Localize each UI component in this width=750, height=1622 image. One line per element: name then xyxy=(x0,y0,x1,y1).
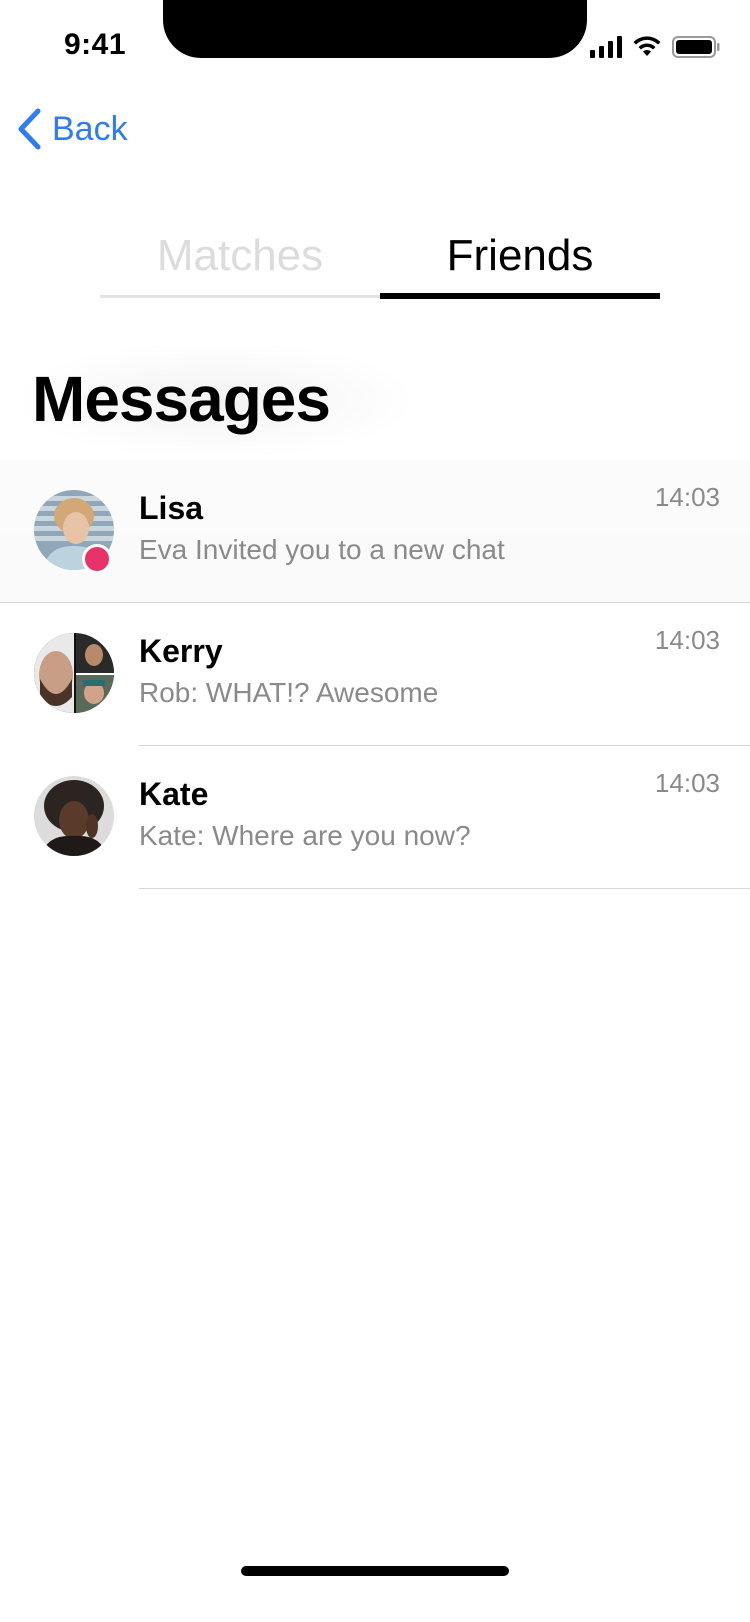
tab-friends-label: Friends xyxy=(446,231,594,280)
page-title: Messages xyxy=(32,363,331,435)
device-notch xyxy=(163,0,587,58)
contact-name: Kate xyxy=(139,776,209,812)
contact-name: Kerry xyxy=(139,633,223,669)
tab-matches-label: Matches xyxy=(156,231,324,280)
status-icons xyxy=(590,36,720,58)
tab-friends[interactable]: Friends xyxy=(380,228,660,299)
tab-matches[interactable]: Matches xyxy=(100,228,380,298)
message-row-kerry[interactable]: Kerry Rob: WHAT!? Awesome 14:03 xyxy=(0,603,750,746)
status-bar: 9:41 xyxy=(0,0,750,90)
home-indicator[interactable] xyxy=(241,1566,509,1576)
cellular-signal-icon xyxy=(590,36,622,58)
message-list: Lisa Eva Invited you to a new chat 14:03 xyxy=(0,460,750,889)
contact-name: Lisa xyxy=(139,490,204,526)
message-preview: Eva Invited you to a new chat xyxy=(139,534,505,565)
message-row-lisa[interactable]: Lisa Eva Invited you to a new chat 14:03 xyxy=(0,460,750,603)
avatar xyxy=(34,776,114,856)
message-preview: Kate: Where are you now? xyxy=(139,820,471,851)
status-time: 9:41 xyxy=(64,28,127,61)
wifi-icon xyxy=(633,36,661,56)
message-row-kate[interactable]: Kate Kate: Where are you now? 14:03 xyxy=(0,746,750,889)
segment-tabs: Matches Friends xyxy=(100,228,660,299)
back-button[interactable]: Back xyxy=(16,108,128,150)
message-time: 14:03 xyxy=(654,625,720,655)
tab-matches-underline xyxy=(100,295,380,298)
row-divider xyxy=(139,888,750,889)
message-time: 14:03 xyxy=(654,768,720,798)
chevron-left-icon xyxy=(18,108,41,150)
message-time: 14:03 xyxy=(654,482,720,512)
message-preview: Rob: WHAT!? Awesome xyxy=(139,677,439,708)
group-avatar xyxy=(34,633,114,713)
tab-friends-underline xyxy=(380,293,660,299)
back-label: Back xyxy=(52,109,128,148)
messages-screen: 9:41 Back Matches Friends Messages Lisa … xyxy=(0,0,750,1622)
unread-indicator xyxy=(82,544,112,574)
battery-icon xyxy=(672,36,720,58)
